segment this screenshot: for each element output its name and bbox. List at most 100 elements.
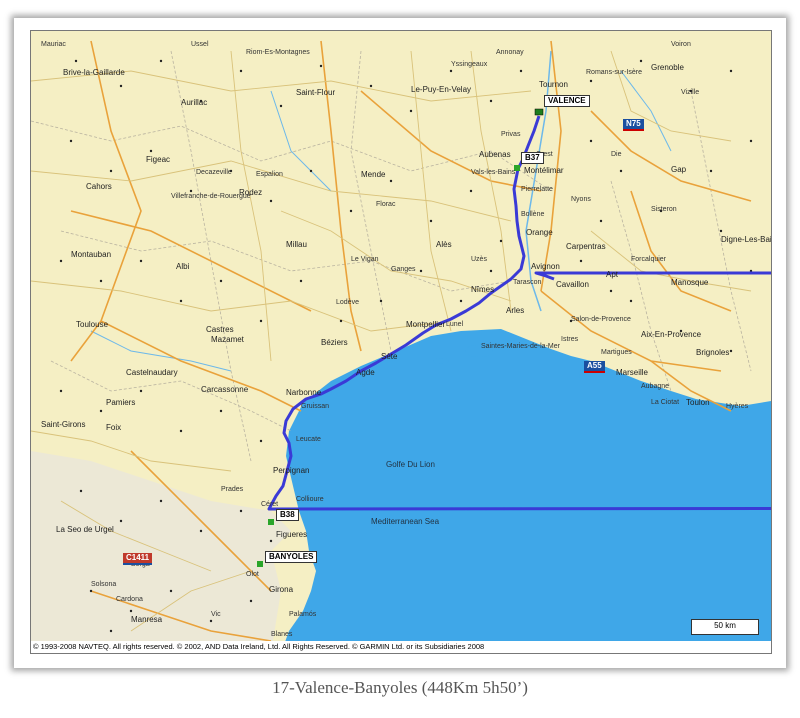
place-narbonne: Narbonne <box>286 388 322 397</box>
place-laciotat: La Ciotat <box>651 399 680 406</box>
place-girona: Girona <box>269 585 294 594</box>
place-bollene: Bollène <box>521 211 545 218</box>
place-mende: Mende <box>361 170 386 179</box>
place-levigan: Le Vigan <box>351 256 379 263</box>
map-copyright: © 1993-2008 NAVTEQ. All rights reserved.… <box>31 641 771 653</box>
place-solsona: Solsona <box>91 581 117 588</box>
place-nimes: Nîmes <box>471 285 495 294</box>
place-lunel: Lunel <box>446 321 464 328</box>
place-carpentras: Carpentras <box>566 242 606 251</box>
place-tournon: Tournon <box>539 80 568 89</box>
place-mazamet: Mazamet <box>211 335 244 344</box>
route-b38-label: B38 <box>276 509 299 521</box>
place-cardona: Cardona <box>116 596 143 603</box>
place-cavaillon: Cavaillon <box>556 280 589 289</box>
place-grenoble: Grenoble <box>651 63 684 72</box>
place-digne: Digne-Les-Bains <box>721 235 772 244</box>
place-lodeve: Lodève <box>336 299 359 306</box>
place-aixenprovence: Aix-En-Provence <box>641 330 702 339</box>
place-florac: Florac <box>376 201 396 208</box>
place-riom: Riom-Es-Montagnes <box>246 49 310 56</box>
place-ussel: Ussel <box>191 41 209 48</box>
place-saintflour: Saint-Flour <box>296 88 336 97</box>
place-espalion: Espalion <box>256 171 283 178</box>
place-aurillac: Aurillac <box>181 98 208 107</box>
place-saintesmaries: Saintes-Maries-de-la-Mer <box>481 343 560 350</box>
route-end-label: BANYOLES <box>265 551 318 563</box>
place-manresa: Manresa <box>131 615 163 624</box>
place-salon: Salon-de-Provence <box>571 316 631 323</box>
place-voiron: Voiron <box>671 41 691 48</box>
place-aubenas: Aubenas <box>479 150 511 159</box>
place-carcassonne: Carcassonne <box>201 385 249 394</box>
end-flag-icon <box>257 561 263 567</box>
place-ceret: Céret <box>261 501 279 508</box>
place-vizille: Vizille <box>681 89 700 96</box>
place-pierrelatte: Pierrelatte <box>521 186 553 193</box>
place-beziers: Béziers <box>321 338 348 347</box>
place-perpignan: Perpignan <box>273 466 310 475</box>
place-toulouse: Toulouse <box>76 320 109 329</box>
place-istres: Istres <box>561 336 579 343</box>
place-brignoles: Brignoles <box>696 348 730 357</box>
route-b37-label: B37 <box>521 152 544 164</box>
place-orange: Orange <box>526 228 553 237</box>
route-start-label: VALENCE <box>544 95 590 107</box>
map-view[interactable]: Brive-la-Gaillarde Mauriac Ussel Riom-Es… <box>30 30 772 654</box>
place-forcalquier: Forcalquier <box>631 256 667 263</box>
place-hyeres: Hyères <box>726 403 749 410</box>
place-romans: Romans-sur-Isère <box>586 69 643 76</box>
place-gap: Gap <box>671 165 687 174</box>
place-olot: Olot <box>246 571 259 578</box>
place-diois: Die <box>611 151 622 158</box>
place-gruissan: Gruissan <box>301 403 330 410</box>
place-toulon: Toulon <box>686 398 710 407</box>
place-nyons: Nyons <box>571 196 591 203</box>
place-marseille: Marseille <box>616 368 649 377</box>
place-aubagne: Aubagne <box>641 383 670 390</box>
place-palamos: Palamós <box>289 611 317 618</box>
start-flag-icon <box>534 108 544 116</box>
place-decazeville: Decazeville <box>196 169 232 176</box>
place-ganges: Ganges <box>391 266 416 273</box>
map-caption: 17-Valence-Banyoles (448Km 5h50’) <box>272 678 528 697</box>
place-prades: Prades <box>221 486 244 493</box>
place-albi: Albi <box>176 262 190 271</box>
place-privas: Privas <box>501 131 521 138</box>
place-montelimar: Montélimar <box>524 166 564 175</box>
place-collioure: Collioure <box>296 496 324 503</box>
place-pamiers: Pamiers <box>106 398 136 407</box>
place-montauban: Montauban <box>71 250 112 259</box>
label-golfe-du-lion: Golfe Du Lion <box>386 460 435 469</box>
place-yssingeaux: Yssingeaux <box>451 61 488 68</box>
place-blanes: Blanes <box>271 631 293 638</box>
place-millau: Millau <box>286 240 307 249</box>
place-sete: Sète <box>381 352 398 361</box>
place-rodez: Rodez <box>239 188 263 197</box>
place-arles: Arles <box>506 306 525 315</box>
place-annonay: Annonay <box>496 49 524 56</box>
place-sisteron: Sisteron <box>651 206 677 213</box>
place-uzes: Uzès <box>471 256 487 263</box>
place-figeac: Figeac <box>146 155 171 164</box>
place-figueres: Figueres <box>276 530 308 539</box>
map-scale-bar: 50 km <box>691 619 759 635</box>
place-cahors: Cahors <box>86 182 112 191</box>
place-castelnaudary: Castelnaudary <box>126 368 178 377</box>
place-manosque: Manosque <box>671 278 709 287</box>
place-leucate: Leucate <box>296 436 321 443</box>
place-tarascon: Tarascon <box>513 279 542 286</box>
road-shield-c1411: C1411 <box>123 553 153 565</box>
place-seodeurgel: La Seo de Urgel <box>56 525 114 534</box>
place-vic: Vic <box>211 611 221 618</box>
place-agde: Agde <box>356 368 375 377</box>
place-ales: Alès <box>436 240 452 249</box>
place-martigues: Martigues <box>601 349 632 356</box>
place-brive: Brive-la-Gaillarde <box>63 68 125 77</box>
place-castres: Castres <box>206 325 234 334</box>
place-apt: Apt <box>606 270 619 279</box>
place-montpellier: Montpellier <box>406 320 446 329</box>
place-saintgirons: Saint-Girons <box>41 420 86 429</box>
place-foix: Foix <box>106 423 122 432</box>
place-mauriac: Mauriac <box>41 41 66 48</box>
